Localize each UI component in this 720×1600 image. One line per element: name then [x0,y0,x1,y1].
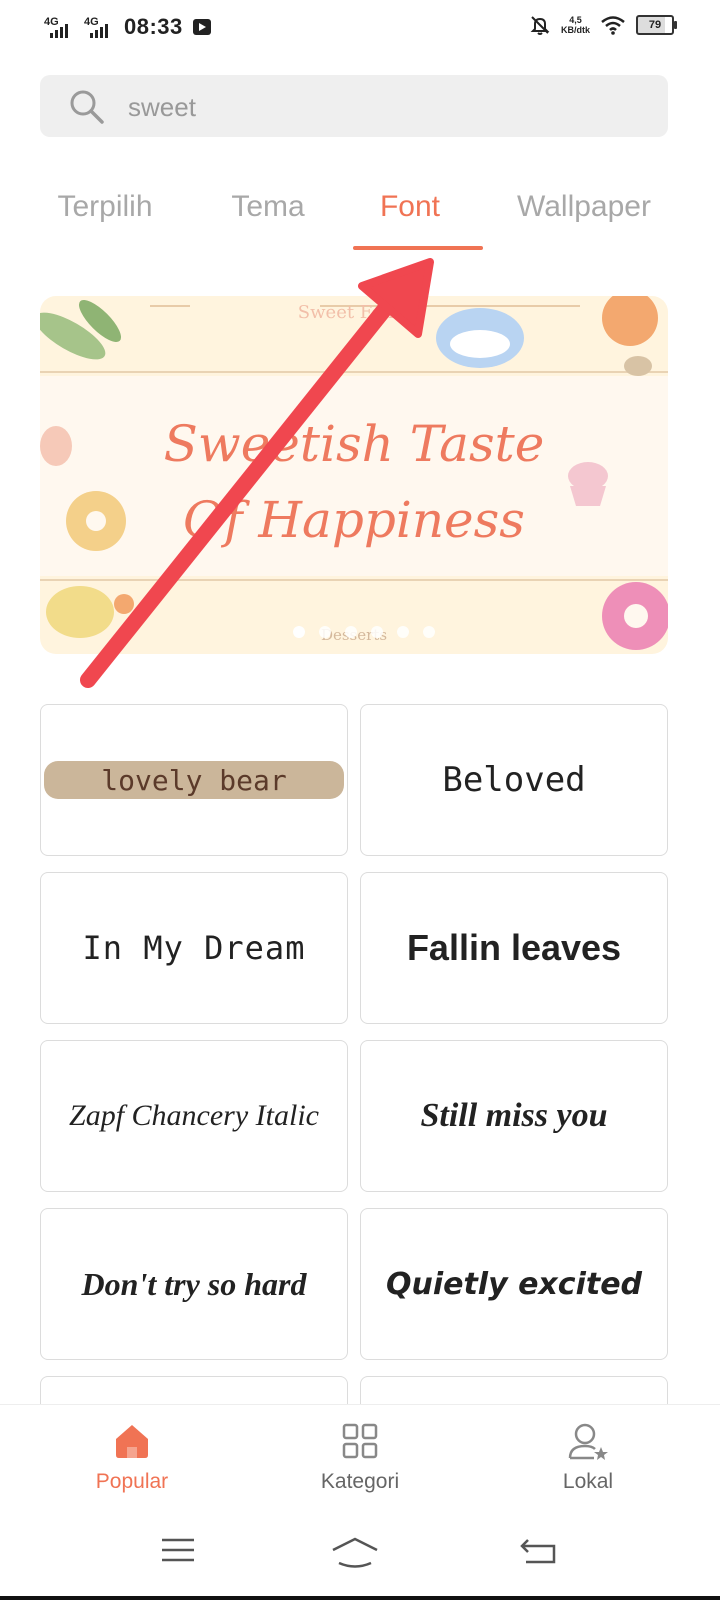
carousel-dot[interactable] [397,626,409,638]
nav-popular[interactable]: Popular [52,1421,212,1494]
network-speed: 4,5 KB/dtk [561,15,590,35]
bell-off-icon [530,16,550,35]
system-navigation-bar [0,1514,720,1600]
font-preview-label: Don't try so hard [81,1265,307,1302]
carousel-dot[interactable] [345,626,357,638]
font-preview-label: Fallin leaves [406,927,622,968]
home-icon [116,1425,148,1458]
battery-indicator: 79 [636,15,677,35]
font-preview-label: In My Dream [82,929,306,967]
banner-headline: Sweetish Taste Of Happiness [40,406,668,558]
font-card-lovely-bear[interactable]: lovely bear [40,704,348,856]
font-card-beloved[interactable]: Beloved [360,704,668,856]
status-left: 4G 4G 08:33 [44,14,211,40]
youtube-notification-icon [192,19,211,35]
carousel-dots [293,626,435,638]
nav-label: Popular [95,1470,169,1493]
search-input[interactable] [126,85,630,129]
tab-tema[interactable]: Tema [228,190,308,224]
tab-terpilih[interactable]: Terpilih [53,190,157,224]
font-preview-label: Beloved [442,760,586,800]
grid-icon [342,1423,378,1459]
screen-bottom-border [0,1596,720,1600]
nav-label: Kategori [320,1470,400,1493]
font-preview-label: Zapf Chancery Italic [69,1099,319,1132]
status-bar: 4G 4G 08:33 4,5 KB/dtk 79 [0,0,720,56]
search-icon [70,90,104,124]
clock: 08:33 [124,14,183,39]
back-icon[interactable] [520,1536,556,1566]
tab-wallpaper[interactable]: Wallpaper [514,190,654,224]
font-preview-label: Quietly excited [385,1266,643,1302]
tab-font[interactable]: Font [368,190,452,224]
wifi-icon [601,16,625,35]
font-card-fallin-leaves[interactable]: Fallin leaves [360,872,668,1024]
network-speed-unit: KB/dtk [561,25,590,35]
nav-kategori[interactable]: Kategori [280,1421,440,1494]
bottom-navigation: Popular Kategori Lokal [0,1404,720,1515]
font-card-in-my-dream[interactable]: In My Dream [40,872,348,1024]
carousel-dot[interactable] [319,626,331,638]
menu-icon[interactable] [160,1536,196,1566]
nav-lokal[interactable]: Lokal [508,1421,668,1494]
banner-headline-line-2: Of Happiness [183,491,525,549]
banner-headline-line-1: Sweetish Taste [163,415,545,473]
carousel-dot[interactable] [423,626,435,638]
carousel-dot[interactable] [293,626,305,638]
font-card-zapf-chancery-italic[interactable]: Zapf Chancery Italic [40,1040,348,1192]
font-card-quietly-excited[interactable]: Quietly excited [360,1208,668,1360]
nav-label: Lokal [562,1470,614,1493]
user-star-icon [568,1423,608,1460]
font-preview-pill: lovely bear [44,761,344,799]
battery-level: 79 [648,19,662,31]
network-speed-value: 4,5 [569,15,582,25]
signal-icon: 4G [44,16,74,38]
font-preview-label: Still miss you [420,1097,608,1134]
signal-icon: 4G [84,16,114,38]
status-right: 4,5 KB/dtk 79 [529,14,677,36]
home-button-icon[interactable] [330,1536,380,1568]
font-card-still-miss-you[interactable]: Still miss you [360,1040,668,1192]
banner-kicker: Sweet Fonts [297,302,411,323]
category-tabs: Terpilih Tema Font Wallpaper [0,180,720,252]
active-tab-indicator [353,246,483,250]
carousel-dot[interactable] [371,626,383,638]
search-bar[interactable] [40,75,668,137]
promo-banner[interactable]: Sweet Fonts Sweetish Taste Of Happiness … [40,296,668,654]
font-preview-label: lovely bear [101,763,287,797]
font-card-dont-try-so-hard[interactable]: Don't try so hard [40,1208,348,1360]
